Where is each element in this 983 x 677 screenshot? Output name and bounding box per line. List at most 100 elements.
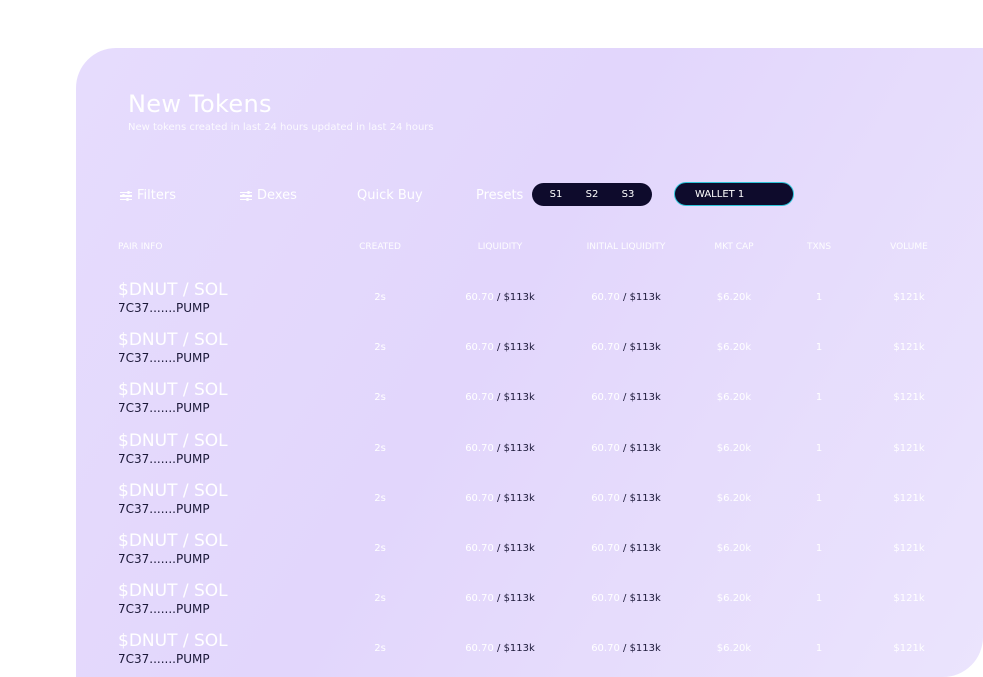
dexes-button[interactable]: Dexes xyxy=(240,188,297,203)
wallet-select-button[interactable]: WALLET 1 xyxy=(674,182,794,206)
initial-liquidity-cell-usd: / $113k xyxy=(623,643,661,655)
volume-cell-value: $121k xyxy=(893,643,925,655)
liquidity-cell-usd: / $113k xyxy=(497,442,535,454)
initial-liquidity-cell-usd: / $113k xyxy=(623,342,661,354)
pair-address: 7C37.......PUMP xyxy=(118,602,210,617)
initial-liquidity-cell: 60.70 / $113k xyxy=(591,493,661,504)
volume-cell: $121k xyxy=(893,392,924,403)
mkt-cap-cell: $6.20k xyxy=(717,292,751,303)
txns-cell: 1 xyxy=(816,292,822,303)
mkt-cap-cell-value: $6.20k xyxy=(716,543,752,554)
column-header-liquidity[interactable]: LIQUIDITY xyxy=(478,242,523,252)
initial-liquidity-cell-value: 60.70 xyxy=(591,543,620,554)
table-header: PAIR INFO CREATED LIQUIDITY INITIAL LIQU… xyxy=(76,242,983,256)
column-header-volume[interactable]: VOLUME xyxy=(890,242,928,252)
txns-cell: 1 xyxy=(816,643,822,654)
pair-name: $DNUT / SOL xyxy=(118,330,228,351)
created-cell-value: 2s xyxy=(374,442,386,454)
liquidity-cell: 60.70 / $113k xyxy=(465,292,535,303)
volume-cell: $121k xyxy=(893,342,924,353)
liquidity-cell: 60.70 / $113k xyxy=(465,342,535,353)
pair-name: $DNUT / SOL xyxy=(118,631,228,652)
volume-cell-value: $121k xyxy=(893,543,925,554)
liquidity-cell-value: 60.70 xyxy=(465,643,494,655)
volume-cell: $121k xyxy=(893,443,924,454)
txns-cell-value: 1 xyxy=(815,543,823,554)
mkt-cap-cell-value: $6.20k xyxy=(716,492,752,504)
txns-cell-value: 1 xyxy=(815,593,823,605)
liquidity-cell-value: 60.70 xyxy=(465,492,494,504)
preset-s2-button[interactable]: S2 xyxy=(582,189,603,200)
txns-cell: 1 xyxy=(816,392,822,403)
new-tokens-panel: New Tokens New tokens created in last 24… xyxy=(76,48,983,677)
mkt-cap-cell-value: $6.20k xyxy=(716,292,752,303)
initial-liquidity-cell-value: 60.70 xyxy=(591,342,620,354)
liquidity-cell-value: 60.70 xyxy=(465,292,494,303)
mkt-cap-cell-value: $6.20k xyxy=(716,593,752,605)
created-cell: 2s xyxy=(374,643,386,654)
presets-label: Presets xyxy=(476,188,523,203)
liquidity-cell-value: 60.70 xyxy=(465,342,494,354)
dexes-label: Dexes xyxy=(257,188,297,203)
initial-liquidity-cell: 60.70 / $113k xyxy=(591,543,661,554)
filters-button[interactable]: Filters xyxy=(120,188,176,203)
pair-address: 7C37.......PUMP xyxy=(118,552,210,566)
table-row[interactable]: $DNUT / SOL 7C37.......PUMP 2s 60.70 / $113… xyxy=(76,581,983,631)
initial-liquidity-cell: 60.70 / $113k xyxy=(591,443,661,454)
volume-cell: $121k xyxy=(893,593,924,604)
column-header-pair-info[interactable]: PAIR INFO xyxy=(118,242,162,252)
liquidity-cell-usd: / $113k xyxy=(497,543,535,554)
column-header-initial-liquidity[interactable]: INITIAL LIQUIDITY xyxy=(587,242,666,252)
pair-address: 7C37.......PUMP xyxy=(118,401,210,416)
created-cell-value: 2s xyxy=(374,392,386,404)
mkt-cap-cell-value: $6.20k xyxy=(716,392,752,404)
txns-cell: 1 xyxy=(816,342,822,353)
initial-liquidity-cell-usd: / $113k xyxy=(623,442,661,454)
liquidity-cell: 60.70 / $113k xyxy=(465,643,535,654)
initial-liquidity-cell: 60.70 / $113k xyxy=(591,342,661,353)
preset-s1-button[interactable]: S1 xyxy=(546,189,567,200)
table-row[interactable]: $DNUT / SOL 7C37.......PUMP 2s 60.70 / $113… xyxy=(76,531,983,581)
table-row[interactable]: $DNUT / SOL 7C37.......PUMP 2s 60.70 / $113… xyxy=(76,631,983,677)
pair-address: 7C37.......PUMP xyxy=(118,501,210,516)
pair-address: 7C37.......PUMP xyxy=(118,301,210,315)
initial-liquidity-cell: 60.70 / $113k xyxy=(591,392,661,403)
created-cell: 2s xyxy=(374,292,386,303)
volume-cell-value: $121k xyxy=(893,392,925,404)
txns-cell-value: 1 xyxy=(815,342,823,354)
liquidity-cell: 60.70 / $113k xyxy=(465,392,535,403)
column-header-txns[interactable]: TXNS xyxy=(807,242,831,252)
mkt-cap-cell-value: $6.20k xyxy=(716,342,752,354)
volume-cell-value: $121k xyxy=(893,342,925,354)
pair-address: 7C37.......PUMP xyxy=(118,451,210,466)
txns-cell-value: 1 xyxy=(815,392,823,404)
mkt-cap-cell: $6.20k xyxy=(717,593,751,604)
table-row[interactable]: $DNUT / SOL 7C37.......PUMP 2s 60.70 / $113… xyxy=(76,431,983,481)
created-cell: 2s xyxy=(374,342,386,353)
preset-selector: S1 S2 S3 xyxy=(532,183,652,206)
mkt-cap-cell: $6.20k xyxy=(717,493,751,504)
filters-label: Filters xyxy=(137,188,176,203)
txns-cell: 1 xyxy=(816,493,822,504)
volume-cell-value: $121k xyxy=(893,593,925,605)
txns-cell-value: 1 xyxy=(815,292,823,303)
volume-cell: $121k xyxy=(893,493,924,504)
dexes-icon xyxy=(240,190,252,201)
mkt-cap-cell: $6.20k xyxy=(717,342,751,353)
created-cell: 2s xyxy=(374,392,386,403)
table-row[interactable]: $DNUT / SOL 7C37.......PUMP 2s 60.70 / $113… xyxy=(76,330,983,380)
txns-cell-value: 1 xyxy=(815,442,823,454)
column-header-mkt-cap[interactable]: MKT CAP xyxy=(714,242,753,252)
created-cell: 2s xyxy=(374,493,386,504)
table-row[interactable]: $DNUT / SOL 7C37.......PUMP 2s 60.70 / $113… xyxy=(76,280,983,330)
initial-liquidity-cell: 60.70 / $113k xyxy=(591,643,661,654)
table-row[interactable]: $DNUT / SOL 7C37.......PUMP 2s 60.70 / $113… xyxy=(76,481,983,531)
created-cell: 2s xyxy=(374,593,386,604)
column-header-created[interactable]: CREATED xyxy=(359,242,401,252)
pair-address: 7C37.......PUMP xyxy=(118,351,210,366)
initial-liquidity-cell-value: 60.70 xyxy=(591,392,620,404)
quick-buy-button[interactable]: Quick Buy xyxy=(357,188,423,203)
table-row[interactable]: $DNUT / SOL 7C37.......PUMP 2s 60.70 / $113… xyxy=(76,380,983,430)
preset-s3-button[interactable]: S3 xyxy=(618,189,639,200)
txns-cell-value: 1 xyxy=(815,492,823,504)
